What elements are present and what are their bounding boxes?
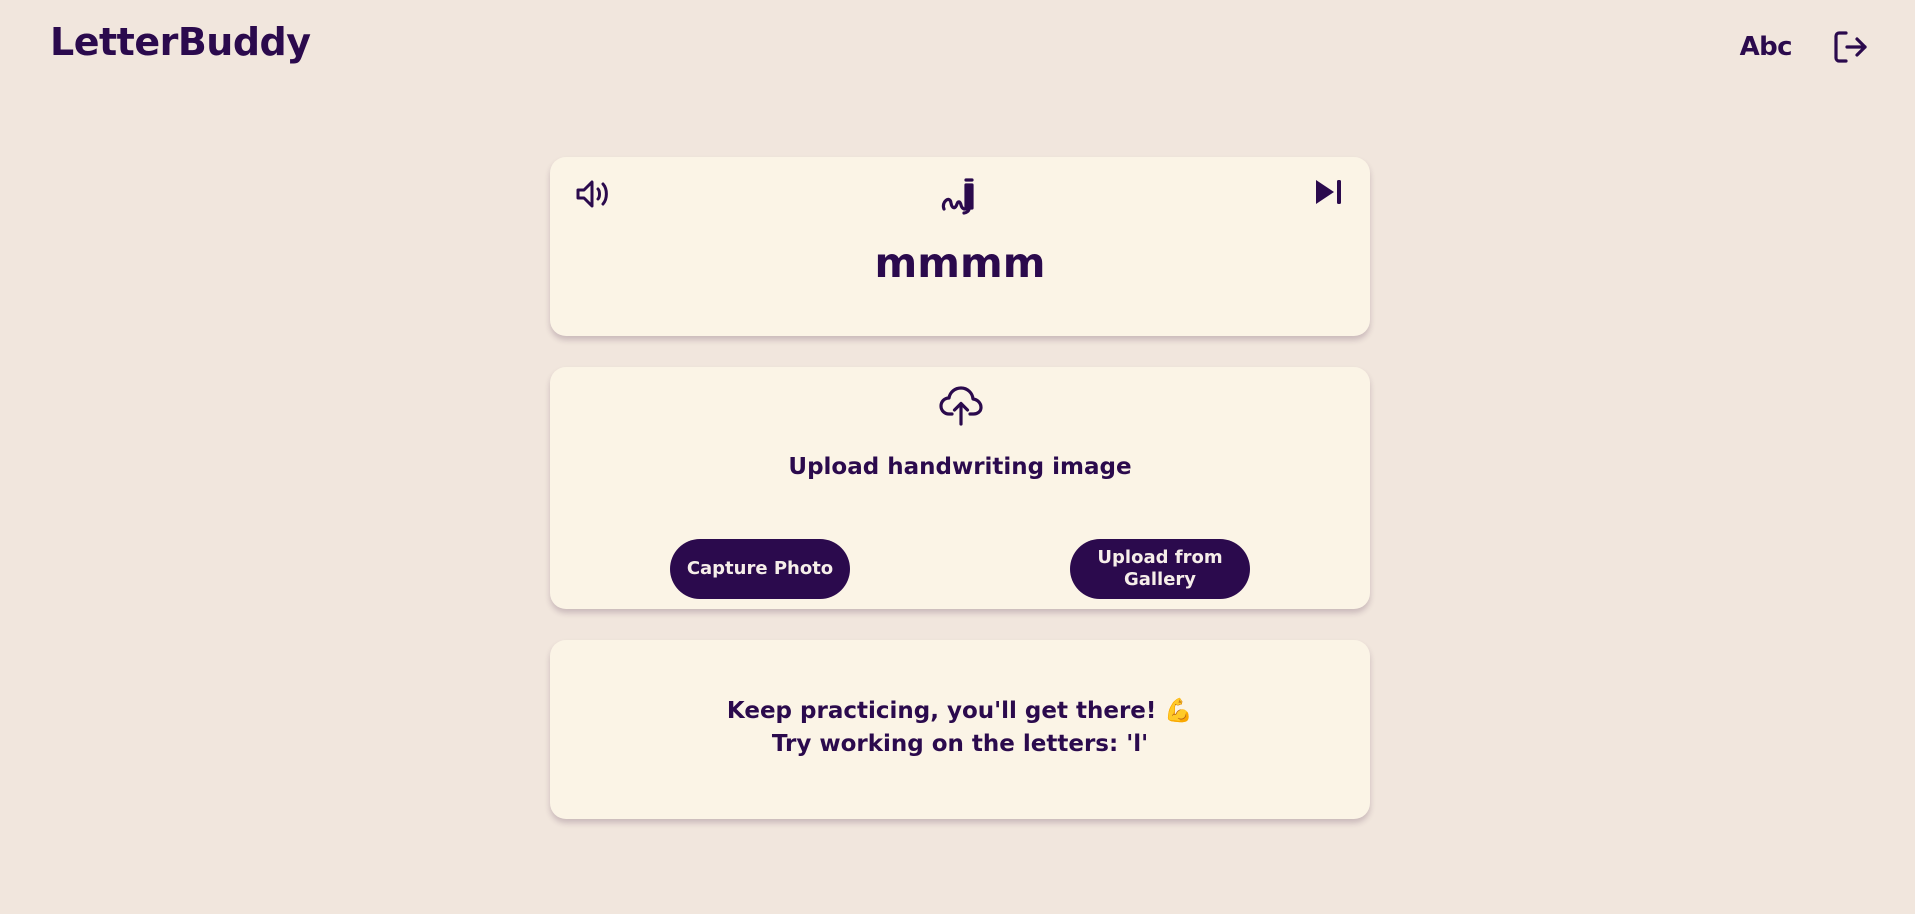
alphabet-button[interactable]: Abc — [1740, 30, 1793, 64]
next-word-button[interactable] — [1310, 175, 1346, 209]
feedback-line-encouragement: Keep practicing, you'll get there! 💪 — [550, 695, 1370, 728]
feedback-message: Keep practicing, you'll get there! 💪 Try… — [550, 695, 1370, 762]
logout-button[interactable] — [1830, 27, 1870, 67]
capture-photo-button[interactable]: Capture Photo — [670, 539, 850, 599]
flexed-biceps-icon: 💪 — [1164, 698, 1194, 724]
app-header: LetterBuddy Abc — [0, 0, 1915, 100]
feedback-card: Keep practicing, you'll get there! 💪 Try… — [550, 640, 1370, 819]
cloud-upload-icon — [938, 383, 984, 429]
speaker-icon — [576, 180, 608, 208]
feedback-encouragement-text: Keep practicing, you'll get there! — [726, 698, 1157, 724]
upload-from-gallery-button[interactable]: Upload from Gallery — [1070, 539, 1250, 599]
header-actions: Abc — [1740, 27, 1870, 67]
feedback-line-letters: Try working on the letters: 'l' — [771, 731, 1149, 758]
skip-next-icon — [1316, 180, 1341, 204]
play-audio-button[interactable] — [574, 175, 614, 213]
logout-icon — [1834, 31, 1867, 63]
word-card: mmmm — [550, 157, 1370, 336]
handwriting-icon — [938, 175, 982, 219]
app-logo: LetterBuddy — [50, 20, 311, 64]
upload-title: Upload handwriting image — [788, 454, 1132, 480]
upload-card: Upload handwriting image Capture Photo U… — [550, 367, 1370, 609]
practice-word: mmmm — [874, 239, 1046, 287]
